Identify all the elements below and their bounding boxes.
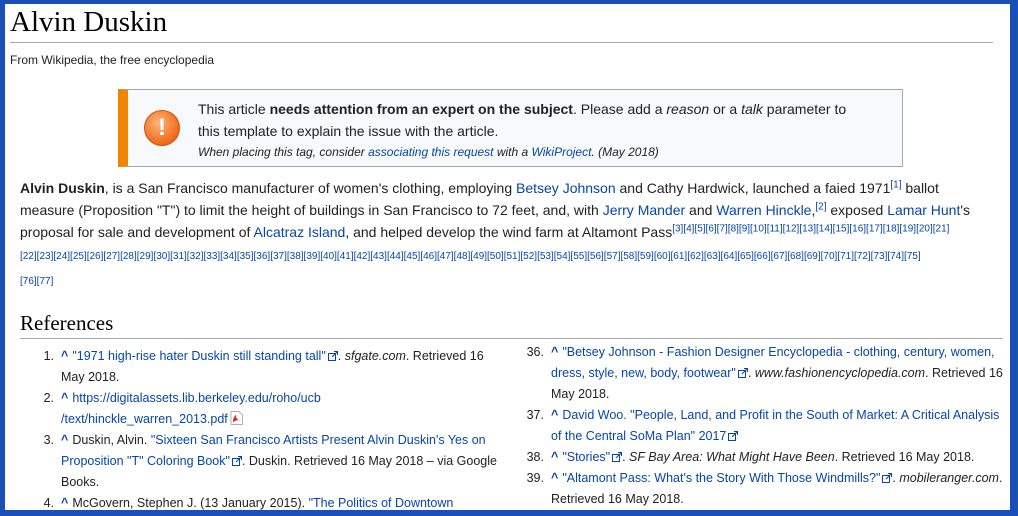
page-title: Alvin Duskin (10, 6, 168, 38)
notice-text-part: . Please add a (572, 101, 667, 117)
ref-url-link[interactable]: https://digitalassets.lib.berkeley.edu/r… (72, 391, 321, 405)
page-frame: Alvin Duskin From Wikipedia, the free en… (5, 4, 1010, 510)
reference-item: 1. ^ "1971 high-rise hater Duskin still s… (40, 346, 510, 388)
external-link-icon (728, 431, 739, 441)
intro-text: exposed (826, 202, 888, 218)
reference-item: 4. ^ McGovern, Stephen J. (13 January 201… (40, 493, 510, 510)
external-link-icon (327, 351, 338, 361)
backlink-caret[interactable]: ^ (61, 391, 68, 405)
pdf-icon (230, 411, 243, 425)
betsey-johnson-link[interactable]: Betsey Johnson (516, 180, 616, 196)
notice-text-part: This article (198, 101, 270, 117)
notice-text-part: or a (709, 101, 742, 117)
ref-title-link[interactable]: "Altamont Pass: What's the Story With Th… (562, 471, 880, 485)
reference-item: 3. ^ Duskin, Alvin. "Sixteen San Francisc… (40, 430, 510, 493)
ref-number: 39. (526, 471, 544, 485)
reference-item: 38. ^ "Stories". SF Bay Area: What Might … (527, 447, 1005, 468)
hint-text: with a (493, 145, 532, 159)
lamar-hunt-link[interactable]: Lamar Hunt (887, 202, 960, 218)
backlink-caret[interactable]: ^ (61, 496, 68, 510)
notice-line-2: this template to explain the issue with … (198, 123, 499, 139)
ref-title-link[interactable]: "1971 high-rise hater Duskin still stand… (72, 349, 325, 363)
ref-publisher: mobileranger.com (899, 471, 999, 485)
jerry-mander-link[interactable]: Jerry Mander (603, 202, 685, 218)
intro-text: and (685, 202, 717, 218)
notice-line-1: This article needs attention from an exp… (198, 98, 898, 120)
external-link-icon (737, 368, 748, 378)
references-column-right: 36. ^ "Betsey Johnson - Fashion Designer … (527, 342, 1005, 510)
ref-number: 3. (43, 433, 54, 447)
ref-title-link[interactable]: David Woo. "People, Land, and Profit in … (551, 408, 999, 443)
ref-number: 2. (43, 391, 54, 405)
notice-text-part: parameter to (762, 101, 847, 117)
ref-author: McGovern, Stephen J. (13 January 2015). (72, 496, 309, 510)
hint-text: When placing this tag, consider (198, 145, 369, 159)
external-link-icon (612, 452, 623, 462)
backlink-caret[interactable]: ^ (551, 471, 558, 485)
ref-links-76-77[interactable]: [76][77] (20, 276, 53, 287)
ref-author: Duskin, Alvin. (72, 433, 151, 447)
backlink-caret[interactable]: ^ (551, 345, 558, 359)
external-link-icon (231, 456, 242, 466)
reference-item: 37. ^ David Woo. "People, Land, and Profi… (527, 405, 1005, 447)
ref-publisher: SF Bay Area: What Might Have Been (629, 450, 835, 464)
backlink-caret[interactable]: ^ (61, 433, 68, 447)
ref-title-link[interactable]: "Stories" (562, 450, 610, 464)
expert-attention-notice: ! This article needs attention from an e… (118, 89, 903, 167)
reference-item: 36. ^ "Betsey Johnson - Fashion Designer … (527, 342, 1005, 405)
notice-reason: reason (666, 101, 710, 117)
subject-name: Alvin Duskin (20, 180, 105, 196)
wikiproject-link[interactable]: WikiProject (532, 145, 592, 159)
ref-number: 1. (43, 349, 54, 363)
ref-retrieved: . Retrieved 16 May 2018. (834, 450, 975, 464)
alcatraz-island-link[interactable]: Alcatraz Island (254, 224, 346, 240)
ref-link-2[interactable]: [2] (815, 201, 826, 212)
ref-publisher: www.fashionencyclopedia.com (754, 366, 926, 380)
title-divider (10, 42, 993, 43)
hint-text: . (May 2018) (591, 145, 659, 159)
ref-number: 38. (526, 450, 544, 464)
reference-item: 39. ^ "Altamont Pass: What's the Story Wi… (527, 468, 1005, 510)
backlink-caret[interactable]: ^ (551, 450, 558, 464)
associating-request-link[interactable]: associating this request (368, 145, 493, 159)
warning-icon: ! (144, 110, 180, 146)
ref-links-22-75[interactable]: [22][23][24][25][26][27][28][29][30][31]… (20, 251, 921, 262)
ref-publisher: sfgate.com (344, 349, 406, 363)
ref-links-3-21[interactable]: [3][4][5][6][7][8][9][10][11][12][13][14… (672, 223, 949, 234)
reference-item: 2. ^ https://digitalassets.lib.berkeley.e… (40, 388, 510, 430)
tagline: From Wikipedia, the free encyclopedia (10, 53, 215, 67)
notice-text: This article needs attention from an exp… (198, 98, 898, 161)
backlink-caret[interactable]: ^ (551, 408, 558, 422)
ref-link-1[interactable]: [1] (890, 179, 901, 190)
external-link-icon (882, 473, 893, 483)
intro-text: , is a San Francisco manufacturer of wom… (104, 180, 516, 196)
notice-hint: When placing this tag, consider associat… (198, 143, 898, 161)
notice-bold: needs attention from an expert on the su… (269, 101, 573, 117)
intro-paragraph: Alvin Duskin, is a San Francisco manufac… (20, 177, 995, 293)
warren-hinckle-link[interactable]: Warren Hinckle (716, 202, 811, 218)
intro-text: and Cathy Hardwick, launched a faied 197… (615, 180, 891, 196)
ref-number: 37. (526, 408, 544, 422)
notice-talk: talk (741, 101, 763, 117)
ref-number: 4. (43, 496, 54, 510)
references-column-left: 1. ^ "1971 high-rise hater Duskin still s… (40, 342, 510, 510)
ref-number: 36. (526, 345, 544, 359)
ref-title-link[interactable]: "The Politics of Downtown (309, 496, 454, 510)
references-divider (20, 338, 1003, 339)
references-heading: References (20, 311, 114, 335)
intro-text: , and helped develop the wind farm at Al… (345, 224, 673, 240)
ref-url-link-cont[interactable]: /text/hinckle_warren_2013.pdf (61, 412, 228, 426)
backlink-caret[interactable]: ^ (61, 349, 68, 363)
